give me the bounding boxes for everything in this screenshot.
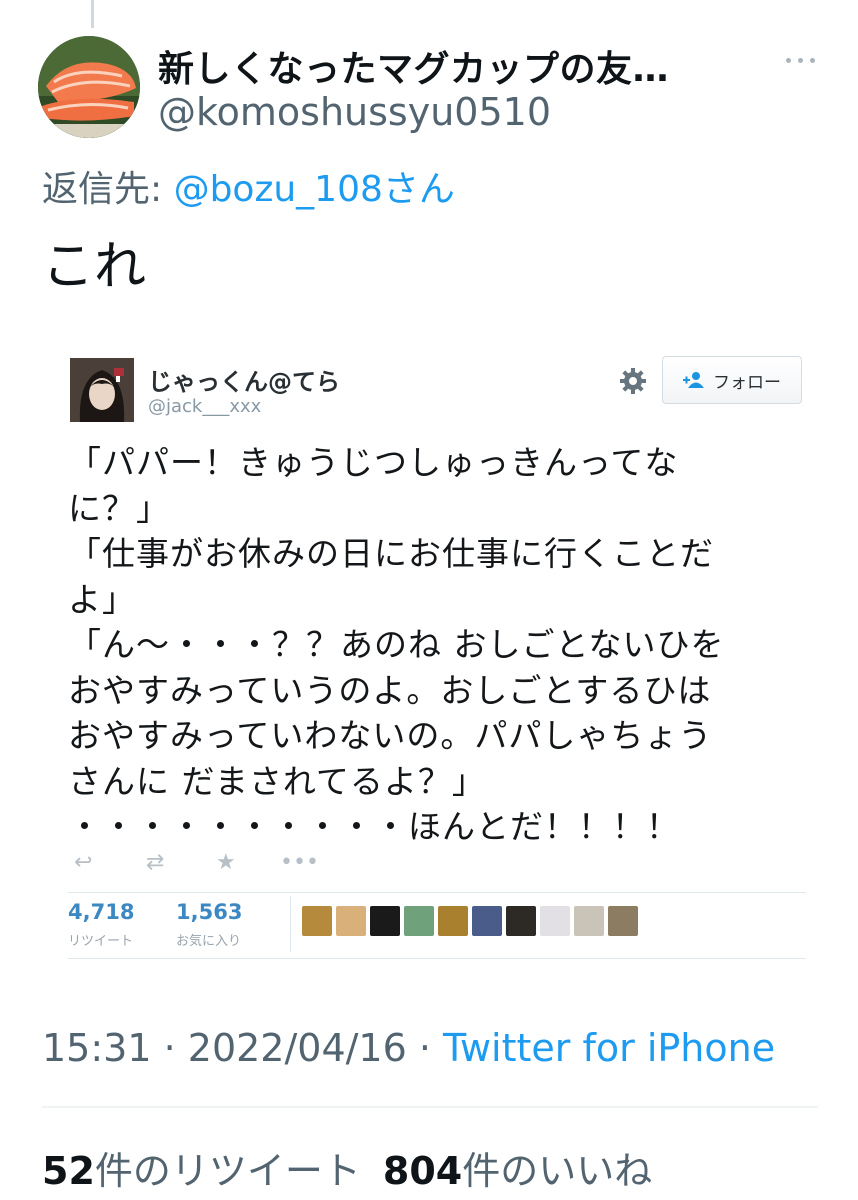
embedded-text-line: よ」: [68, 579, 136, 619]
author-avatar[interactable]: [38, 36, 140, 138]
reply-mention-link[interactable]: @bozu_108さん: [174, 169, 455, 210]
favoriter-avatar: [506, 906, 536, 936]
tweet-source-link[interactable]: Twitter for iPhone: [443, 1026, 775, 1070]
favoriter-avatar: [608, 906, 638, 936]
embedded-text-line: ・・・・・・・・・・ほんとだ！！！！: [68, 807, 680, 846]
embedded-text-line: 「仕事がお休みの日にお仕事に行くことだ: [68, 534, 714, 573]
tweet-time[interactable]: 15:31: [42, 1026, 152, 1070]
favoriter-avatar: [302, 906, 332, 936]
anime-avatar-image: [70, 358, 134, 422]
retweet-count: 52: [42, 1149, 95, 1193]
embedded-text-line: おやすみっていうのよ。おしごとするひは: [68, 670, 712, 710]
attached-image[interactable]: じゃっくん@てら @jack___xxx フォロー 「パパー！きゅうじつしゅっき…: [62, 340, 814, 980]
favoriter-avatar: [540, 906, 570, 936]
section-divider: [42, 1106, 818, 1108]
follow-label: フォロー: [713, 372, 781, 393]
more-icon: •••: [280, 850, 319, 875]
author-name[interactable]: 新しくなったマグカップの友…: [158, 40, 669, 92]
embedded-text-line: おやすみっていわないの。パパしゃちょう: [68, 716, 713, 755]
favoriter-avatar: [472, 906, 502, 936]
embedded-divider: [68, 892, 806, 893]
embedded-divider-bottom: [68, 958, 806, 959]
reply-icon: ↩: [74, 850, 93, 875]
stat-separator: [290, 896, 291, 952]
salmon-sushi-avatar-image: [38, 36, 140, 138]
favoriter-avatar: [438, 906, 468, 936]
like-count: 804: [382, 1149, 463, 1193]
embedded-text-line: 「パパー！きゅうじつしゅっきんってな: [68, 443, 679, 482]
embedded-follow-button: フォロー: [662, 356, 802, 404]
tweet-date[interactable]: 2022/04/16: [188, 1026, 407, 1070]
gear-icon: [618, 366, 648, 396]
embedded-author-avatar: [70, 358, 134, 422]
embedded-text-line: さんに だまされてるよ？」: [68, 761, 486, 801]
author-handle[interactable]: @komoshussyu0510: [158, 90, 551, 134]
engagement-counts: 52件のリツイート 804件のいいね: [42, 1140, 652, 1195]
favoriter-avatar: [370, 906, 400, 936]
reply-context: 返信先: @bozu_108さん: [42, 160, 455, 212]
meta-separator: ·: [406, 1026, 444, 1070]
embedded-author-handle: @jack___xxx: [148, 396, 262, 417]
embedded-tweet-text: 「パパー！きゅうじつしゅっきんってな に？」 「仕事がお休みの日にお仕事に行くこ…: [68, 440, 808, 850]
favorite-icon: ★: [216, 850, 236, 875]
more-options-icon[interactable]: [786, 50, 816, 70]
retweet-count-link[interactable]: 52件のリツイート: [42, 1149, 361, 1193]
embedded-text-line: 「ん～・・・？？あのね おしごとないひを: [68, 625, 725, 664]
embedded-author-name: じゃっくん@てら: [148, 368, 340, 396]
retweet-icon: ⇄: [146, 850, 165, 875]
thread-connector-line: [91, 0, 94, 28]
embedded-retweet-label: リツイート: [68, 934, 134, 949]
reply-label: 返信先:: [42, 169, 174, 210]
favoriter-avatar: [404, 906, 434, 936]
embedded-favorite-label: お気に入り: [176, 934, 242, 949]
like-count-link[interactable]: 804件のいいね: [383, 1149, 652, 1193]
embedded-favorite-count: 1,563: [176, 900, 243, 924]
tweet-meta: 15:31 · 2022/04/16 · Twitter for iPhone: [42, 1026, 775, 1070]
add-user-icon: [683, 372, 704, 388]
retweet-count-label: 件のリツイート: [94, 1149, 361, 1193]
like-count-label: 件のいいね: [462, 1149, 653, 1193]
embedded-text-line: に？」: [68, 488, 170, 528]
favoriter-avatar: [336, 906, 366, 936]
tweet-text: これ: [42, 237, 147, 297]
meta-separator: ·: [151, 1026, 188, 1070]
embedded-retweet-count: 4,718: [68, 900, 135, 924]
favoriter-avatar: [574, 906, 604, 936]
